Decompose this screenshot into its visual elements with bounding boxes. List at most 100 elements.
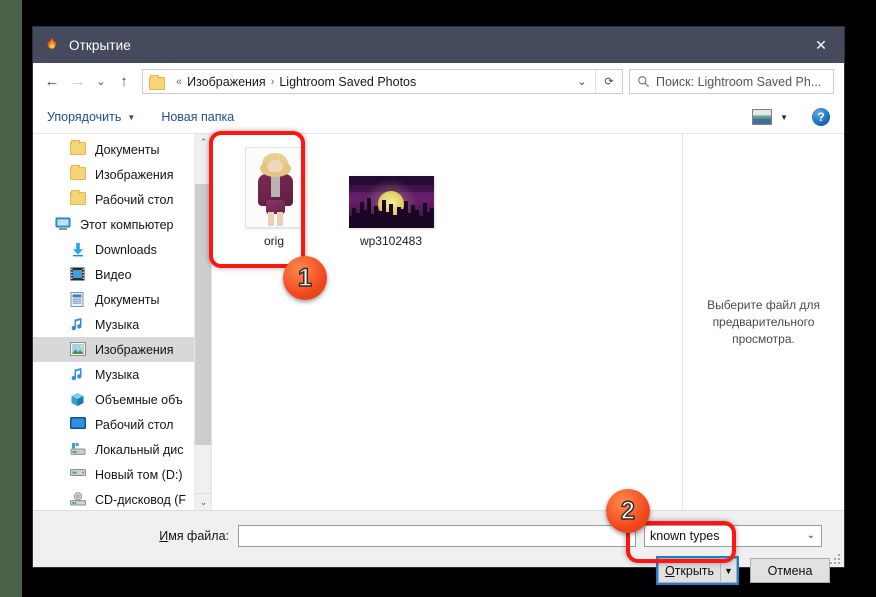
desktop-icon	[70, 416, 88, 433]
new-folder-button[interactable]: Новая папка	[161, 110, 234, 124]
sidebar-item-10[interactable]: Объемные объ	[33, 387, 211, 412]
address-chevron-down-icon[interactable]: ⌄	[569, 70, 595, 93]
this-pc-icon	[55, 217, 73, 233]
sidebar-item-5[interactable]: Видео	[33, 262, 211, 287]
cancel-button[interactable]: Отмена	[750, 558, 830, 583]
title-bar: Открытие ✕	[33, 27, 844, 63]
cd-drive-icon	[70, 491, 88, 508]
open-button-group[interactable]: Открыть ▼	[656, 556, 739, 585]
back-button[interactable]: ←	[39, 69, 65, 95]
breadcrumb-item-lightroom[interactable]: Lightroom Saved Photos	[279, 75, 416, 89]
folder-icon	[149, 74, 165, 90]
dialog-footer: Имя файла: known types ⌄ Открыть ▼ Отмен…	[33, 510, 844, 585]
chevron-down-icon: ⌄	[806, 530, 815, 541]
preview-message: Выберите файл для предварительного просм…	[707, 297, 820, 346]
file-item-wp3102483[interactable]: wp3102483	[336, 174, 446, 248]
pictures-icon	[70, 341, 88, 358]
new-folder-label: Новая папка	[161, 110, 235, 124]
cityscape-wallpaper-thumbnail	[345, 174, 437, 228]
sidebar-item-label: Downloads	[95, 242, 157, 257]
sidebar-item-label: Изображения	[95, 167, 174, 182]
organize-button[interactable]: Упорядочить ▼	[47, 110, 135, 124]
view-chevron-down-icon[interactable]: ▼	[780, 113, 788, 122]
sidebar-item-11[interactable]: Рабочий стол	[33, 412, 211, 437]
window-title: Открытие	[69, 37, 131, 53]
portrait-photo-thumbnail	[236, 146, 312, 228]
desktop-background-strip	[0, 0, 22, 597]
sidebar-item-label: Документы	[95, 292, 160, 307]
breadcrumb-separator: ›	[270, 75, 275, 88]
sidebar-scrollbar[interactable]: ⌃ ⌄	[194, 134, 211, 510]
filename-label-accel: И	[159, 529, 169, 543]
file-name-label: wp3102483	[359, 234, 423, 248]
local-disk-icon	[70, 442, 88, 458]
open-label-accel: О	[664, 563, 675, 578]
scroll-down-icon[interactable]: ⌄	[195, 493, 211, 510]
up-button[interactable]: ↑	[111, 69, 137, 95]
screen: Открытие ✕ ← → ⌄ ↑ « Изображения › Light…	[0, 0, 876, 597]
search-placeholder: Поиск: Lightroom Saved Ph...	[656, 74, 822, 89]
file-type-dropdown[interactable]: known types ⌄	[644, 525, 822, 547]
close-icon[interactable]: ✕	[798, 27, 844, 63]
resize-grip-icon[interactable]	[829, 553, 840, 564]
annotation-badge-2: 2	[606, 489, 650, 533]
sidebar-item-label: Рабочий стол	[95, 417, 174, 432]
recent-locations-chevron-down-icon[interactable]: ⌄	[91, 69, 111, 95]
file-type-value: known types	[650, 529, 720, 543]
search-box[interactable]: Поиск: Lightroom Saved Ph...	[629, 69, 834, 94]
sidebar-item-13[interactable]: Новый том (D:)	[33, 462, 211, 487]
sidebar-item-0[interactable]: Документы	[33, 137, 211, 162]
change-view-icon[interactable]	[752, 109, 773, 125]
breadcrumb-item-pictures[interactable]: Изображения	[187, 75, 266, 89]
navigation-bar: ← → ⌄ ↑ « Изображения › Lightroom Saved …	[33, 63, 844, 101]
file-item-orig[interactable]: orig	[225, 146, 323, 248]
sidebar-item-label: Рабочий стол	[95, 192, 174, 207]
sidebar-item-2[interactable]: Рабочий стол	[33, 187, 211, 212]
sidebar-item-6[interactable]: Документы	[33, 287, 211, 312]
folder-icon	[70, 139, 88, 158]
open-label-rest: ткрыть	[674, 563, 715, 578]
refresh-icon[interactable]: ⟳	[596, 70, 622, 93]
sidebar-item-14[interactable]: CD-дисковод (F	[33, 487, 211, 510]
3d-objects-icon	[70, 392, 88, 408]
sidebar-item-8[interactable]: Изображения	[33, 337, 211, 362]
folder-tree: Документы Изображения Рабочий стол Этот ком…	[33, 134, 211, 510]
file-list-pane[interactable]: orig wp3102483	[212, 134, 682, 510]
search-icon	[630, 75, 656, 88]
sidebar-item-7[interactable]: Музыка	[33, 312, 211, 337]
help-icon[interactable]: ?	[812, 108, 830, 126]
sidebar-item-label: Новый том (D:)	[95, 467, 183, 482]
sidebar-item-4[interactable]: Downloads	[33, 237, 211, 262]
sidebar-item-label: CD-дисковод (F	[95, 492, 187, 507]
open-button[interactable]: Открыть	[658, 558, 720, 583]
music-icon	[70, 317, 88, 333]
chevron-down-icon: ▼	[127, 112, 136, 122]
documents-icon	[70, 291, 88, 308]
sidebar-item-label: Локальный дис	[95, 442, 184, 457]
sidebar-item-9[interactable]: Музыка	[33, 362, 211, 387]
filename-input[interactable]	[238, 525, 636, 547]
folder-icon	[70, 164, 88, 183]
sidebar-item-label: Этот компьютер	[80, 217, 174, 232]
scrollbar-thumb[interactable]	[195, 184, 211, 445]
sidebar-item-3[interactable]: Этот компьютер	[33, 212, 211, 237]
music-icon	[70, 367, 88, 383]
sidebar-item-1[interactable]: Изображения	[33, 162, 211, 187]
forward-button[interactable]: →	[65, 69, 91, 95]
open-dropdown-caret-icon[interactable]: ▼	[720, 558, 737, 583]
breadcrumb-overflow[interactable]: «	[176, 76, 182, 88]
sidebar-item-12[interactable]: Локальный дис	[33, 437, 211, 462]
footer-buttons: Открыть ▼ Отмена	[656, 556, 830, 585]
scroll-up-icon[interactable]: ⌃	[195, 134, 211, 151]
sidebar-item-label: Объемные объ	[95, 392, 183, 407]
organize-label: Упорядочить	[47, 110, 122, 124]
sidebar-item-label: Музыка	[95, 367, 140, 382]
filename-label: Имя файла:	[33, 529, 238, 543]
downloads-icon	[70, 242, 88, 258]
filename-row: Имя файла: known types ⌄	[33, 525, 844, 547]
address-bar[interactable]: « Изображения › Lightroom Saved Photos ⌄…	[142, 69, 623, 94]
folder-icon	[70, 189, 88, 208]
filename-label-rest: мя файла:	[168, 529, 229, 543]
sidebar-item-label: Музыка	[95, 317, 140, 332]
sidebar-item-label: Изображения	[95, 342, 174, 357]
